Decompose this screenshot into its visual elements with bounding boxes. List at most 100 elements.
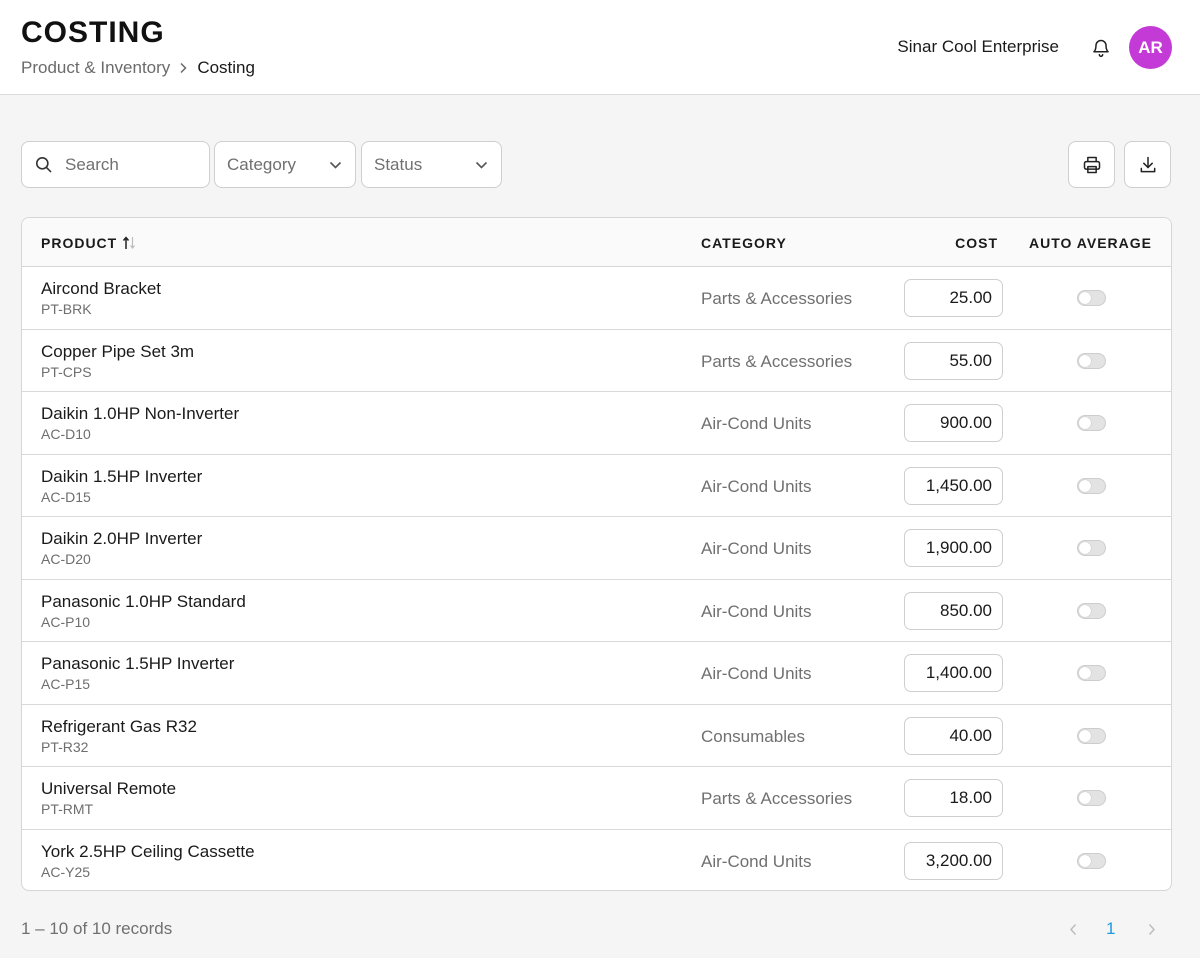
avatar[interactable]: AR bbox=[1129, 26, 1172, 69]
costing-table: PRODUCT CATEGORY COST AUTO AVERAGE Airco… bbox=[21, 217, 1172, 891]
toggle-knob bbox=[1079, 354, 1091, 367]
product-category: Consumables bbox=[701, 726, 805, 746]
records-count: 1 – 10 of 10 records bbox=[21, 919, 173, 938]
cost-input[interactable]: 1,900.00 bbox=[904, 529, 1003, 567]
cost-input[interactable]: 25.00 bbox=[904, 279, 1003, 317]
product-code: AC-D10 bbox=[41, 426, 91, 442]
toggle-knob bbox=[1079, 729, 1091, 742]
product-category: Parts & Accessories bbox=[701, 289, 853, 308]
toggle-knob bbox=[1079, 417, 1091, 429]
product-code: AC-Y25 bbox=[41, 863, 91, 880]
category-select[interactable]: Category bbox=[214, 141, 356, 188]
auto-average-toggle[interactable] bbox=[1077, 290, 1106, 306]
table-row: Daikin 1.0HP Non-Inverter AC-D10 Air-Con… bbox=[22, 392, 1171, 455]
product-code: PT-BRK bbox=[41, 301, 92, 317]
product-category: Air-Cond Units bbox=[701, 664, 812, 683]
breadcrumb: Product & Inventory Costing bbox=[21, 58, 255, 78]
table-row: Daikin 1.5HP Inverter AC-D15 Air-Cond Un… bbox=[22, 455, 1171, 517]
breadcrumb-current: Costing bbox=[197, 58, 255, 77]
product-name: Universal Remote bbox=[41, 779, 177, 798]
product-code: PT-R32 bbox=[41, 738, 89, 755]
chevron-down-icon bbox=[329, 161, 342, 169]
cost-input[interactable]: 55.00 bbox=[904, 341, 1003, 380]
company-name[interactable]: Sinar Cool Enterprise bbox=[897, 37, 1059, 57]
table-row: Aircond Bracket PT-BRK Parts & Accessori… bbox=[22, 267, 1171, 330]
cost-input[interactable]: 40.00 bbox=[904, 716, 1003, 755]
sort-ascending-icon[interactable] bbox=[122, 236, 137, 250]
auto-average-toggle[interactable] bbox=[1077, 790, 1106, 806]
product-name: Daikin 2.0HP Inverter bbox=[41, 529, 203, 548]
product-category: Air-Cond Units bbox=[701, 539, 812, 558]
table-body: Aircond Bracket PT-BRK Parts & Accessori… bbox=[22, 267, 1171, 891]
print-icon bbox=[1082, 155, 1102, 175]
column-header-product-label: PRODUCT bbox=[41, 235, 118, 251]
product-name: Refrigerant Gas R32 bbox=[41, 716, 197, 736]
download-button[interactable] bbox=[1124, 141, 1171, 188]
chevron-left-icon[interactable] bbox=[1064, 920, 1082, 938]
table-row: Universal Remote PT-RMT Parts & Accessor… bbox=[22, 767, 1171, 830]
status-select[interactable]: Status bbox=[361, 141, 502, 188]
toggle-knob bbox=[1079, 667, 1091, 679]
cost-input[interactable]: 900.00 bbox=[904, 404, 1003, 442]
table-row: York 2.5HP Ceiling Cassette AC-Y25 Air-C… bbox=[22, 830, 1171, 891]
cost-input[interactable]: 850.00 bbox=[904, 591, 1003, 630]
product-category: Air-Cond Units bbox=[701, 851, 812, 871]
auto-average-toggle[interactable] bbox=[1077, 477, 1106, 494]
table-row: Panasonic 1.5HP Inverter AC-P15 Air-Cond… bbox=[22, 642, 1171, 705]
column-header-product[interactable]: PRODUCT bbox=[41, 235, 137, 251]
product-code: PT-CPS bbox=[41, 363, 92, 380]
table-row: Copper Pipe Set 3m PT-CPS Parts & Access… bbox=[22, 330, 1171, 392]
toggle-knob bbox=[1079, 854, 1091, 867]
page-title: COSTING bbox=[21, 16, 165, 49]
auto-average-toggle[interactable] bbox=[1077, 665, 1106, 681]
pagination-page-1[interactable]: 1 bbox=[1106, 919, 1115, 939]
product-category: Parts & Accessories bbox=[701, 789, 853, 808]
product-code: AC-P10 bbox=[41, 613, 91, 630]
auto-average-toggle[interactable] bbox=[1077, 727, 1106, 744]
product-code: AC-D15 bbox=[41, 488, 91, 505]
toggle-knob bbox=[1079, 792, 1091, 804]
chevron-down-icon bbox=[475, 161, 488, 169]
print-button[interactable] bbox=[1068, 141, 1115, 188]
table-row: Panasonic 1.0HP Standard AC-P10 Air-Cond… bbox=[22, 580, 1171, 642]
column-header-auto-average: AUTO AVERAGE bbox=[1029, 235, 1152, 251]
product-category: Air-Cond Units bbox=[701, 414, 812, 433]
product-name: Panasonic 1.5HP Inverter bbox=[41, 654, 235, 673]
cost-input[interactable]: 1,400.00 bbox=[904, 654, 1003, 692]
cost-input[interactable]: 1,450.00 bbox=[904, 466, 1003, 505]
product-name: Daikin 1.5HP Inverter bbox=[41, 466, 203, 486]
product-name: Daikin 1.0HP Non-Inverter bbox=[41, 404, 240, 423]
product-code: AC-P15 bbox=[41, 676, 91, 692]
auto-average-toggle[interactable] bbox=[1077, 540, 1106, 556]
cost-input[interactable]: 3,200.00 bbox=[904, 841, 1003, 880]
product-category: Air-Cond Units bbox=[701, 601, 812, 621]
download-icon bbox=[1138, 155, 1158, 175]
category-select-label: Category bbox=[227, 154, 296, 174]
breadcrumb-product-inventory[interactable]: Product & Inventory bbox=[21, 58, 170, 78]
toggle-knob bbox=[1079, 479, 1091, 492]
toggle-knob bbox=[1079, 292, 1091, 304]
notification-bell-icon[interactable] bbox=[1090, 37, 1112, 59]
table-header: PRODUCT CATEGORY COST AUTO AVERAGE bbox=[22, 218, 1171, 267]
auto-average-toggle[interactable] bbox=[1077, 852, 1106, 869]
status-select-label: Status bbox=[374, 154, 423, 174]
auto-average-toggle[interactable] bbox=[1077, 602, 1106, 619]
search-box[interactable] bbox=[21, 141, 210, 188]
product-code: PT-RMT bbox=[41, 801, 94, 817]
table-row: Refrigerant Gas R32 PT-R32 Consumables 4… bbox=[22, 705, 1171, 767]
product-name: York 2.5HP Ceiling Cassette bbox=[41, 841, 255, 861]
column-header-category: CATEGORY bbox=[701, 235, 787, 251]
product-category: Air-Cond Units bbox=[701, 476, 812, 496]
chevron-right-icon bbox=[179, 62, 187, 74]
search-input[interactable] bbox=[65, 154, 195, 175]
column-header-cost: COST bbox=[955, 235, 998, 251]
product-name: Copper Pipe Set 3m bbox=[41, 341, 195, 361]
auto-average-toggle[interactable] bbox=[1077, 352, 1106, 369]
toggle-knob bbox=[1079, 542, 1091, 554]
auto-average-toggle[interactable] bbox=[1077, 415, 1106, 431]
product-category: Parts & Accessories bbox=[701, 351, 853, 371]
chevron-right-icon[interactable] bbox=[1143, 920, 1161, 938]
search-icon bbox=[34, 155, 53, 174]
cost-input[interactable]: 18.00 bbox=[904, 779, 1003, 817]
product-name: Aircond Bracket bbox=[41, 279, 161, 298]
